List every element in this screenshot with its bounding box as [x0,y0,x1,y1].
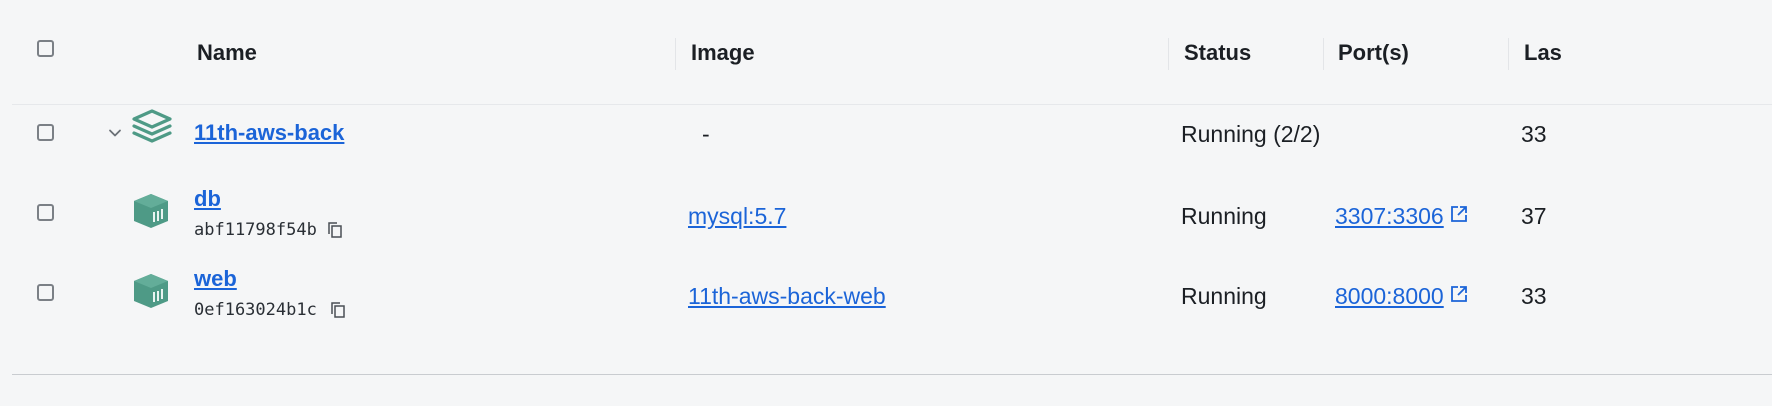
container-id: abf11798f54b [194,220,317,240]
group-image: - [702,121,710,147]
group-status: Running (2/2) [1181,121,1321,147]
column-resize-handle[interactable] [1323,38,1324,70]
container-id: 0ef163024b1c [194,300,317,320]
copy-icon[interactable] [330,301,346,319]
container-status: Running [1181,203,1267,229]
container-cube-icon [134,274,168,308]
row-checkbox[interactable] [37,284,54,301]
container-image-link[interactable]: mysql:5.7 [688,203,786,230]
table-header: Name Image Status Port(s) Las [12,0,1772,105]
column-header-ports[interactable]: Port(s) [1338,40,1409,66]
column-resize-handle[interactable] [1508,38,1509,70]
column-header-last-started[interactable]: Las [1524,40,1562,66]
external-link-icon[interactable] [1450,205,1468,223]
chevron-down-icon[interactable] [108,126,122,140]
container-name-link[interactable]: web [194,266,237,292]
stack-layers-icon [132,109,172,143]
column-resize-handle[interactable] [675,38,676,70]
external-link-icon[interactable] [1450,285,1468,303]
container-port-link[interactable]: 8000:8000 [1335,283,1444,310]
copy-icon[interactable] [327,221,343,239]
container-port-link[interactable]: 3307:3306 [1335,203,1444,230]
table-bottom-divider [12,374,1772,375]
table-row-group[interactable]: 11th-aws-back - Running (2/2) 33 [12,104,1772,186]
select-all-checkbox[interactable] [37,40,54,57]
column-header-image[interactable]: Image [691,40,755,66]
column-header-status[interactable]: Status [1184,40,1251,66]
container-cube-icon [134,194,168,228]
table-row[interactable]: web 0ef163024b1c 11th-aws-back-web Runni… [12,258,1772,338]
container-last-started: 33 [1521,283,1547,309]
container-image-link[interactable]: 11th-aws-back-web [688,283,886,310]
container-status: Running [1181,283,1267,309]
container-last-started: 37 [1521,203,1547,229]
group-name-link[interactable]: 11th-aws-back [194,120,344,146]
container-name-link[interactable]: db [194,186,221,212]
table-row[interactable]: db abf11798f54b mysql:5.7 Running 3307:3… [12,178,1772,258]
row-checkbox[interactable] [37,124,54,141]
containers-table: Name Image Status Port(s) Las 11th-aws-b… [12,0,1772,376]
row-checkbox[interactable] [37,204,54,221]
column-header-name[interactable]: Name [197,40,257,66]
column-resize-handle[interactable] [1168,38,1169,70]
group-last-started: 33 [1521,121,1547,147]
